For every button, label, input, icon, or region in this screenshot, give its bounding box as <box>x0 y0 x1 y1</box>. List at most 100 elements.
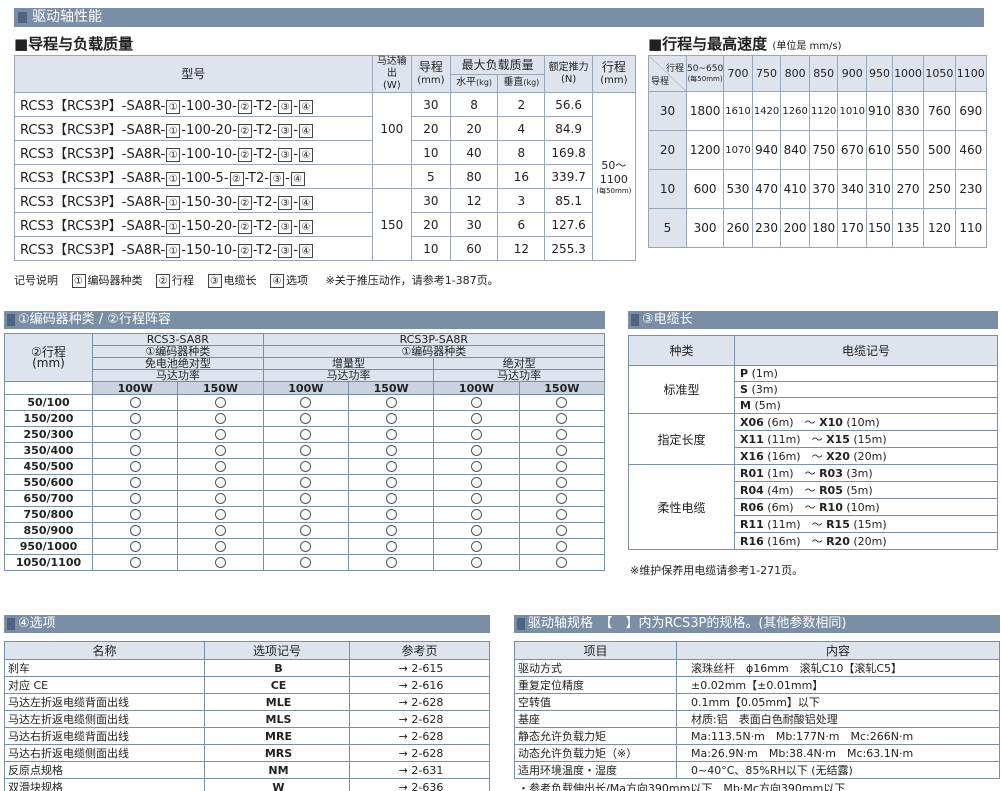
legend: 记号说明 ① 编码器种类 ② 行程 ③ 电缆长 ④ 选项 ※关于推压动作，请参考1-38… <box>14 274 499 288</box>
table-row: 30 1800 1610 1420 1260 1120 1010 910 830 760 690 <box>648 91 988 131</box>
col-head: 850 <box>808 55 839 92</box>
availability-cell <box>262 538 349 555</box>
cable-code: R11 (11m) ～ R15 (15m) <box>734 515 998 533</box>
availability-cell <box>91 394 179 411</box>
speed-cell: 110 <box>954 208 988 248</box>
availability-cell <box>433 554 520 571</box>
thrust-cell: 84.9 <box>544 116 593 141</box>
vert-cell: 8 <box>497 140 546 165</box>
speed-cell: 200 <box>780 208 810 248</box>
availability-cell <box>262 426 349 443</box>
availability-cell <box>518 442 606 459</box>
col-head: 1100 <box>954 55 988 92</box>
availability-cell <box>347 538 435 555</box>
available-circle-icon <box>129 397 141 408</box>
table-row: 750/800 <box>4 506 606 523</box>
vert-cell: 3 <box>497 188 546 213</box>
table-row: RCS3【RCS3P】-SA8R- ① -100-30- ② -T2- ③ - ④ 100 30 8… <box>14 92 637 261</box>
available-circle-icon <box>556 461 568 472</box>
table-row: 基座 材质:铝 表面白色耐酸铝处理 <box>514 710 1000 728</box>
available-circle-icon <box>214 493 226 504</box>
available-circle-icon <box>556 541 568 552</box>
stroke-box: ② <box>237 244 252 258</box>
table-row: 对应 CE CE → 2-616 <box>4 676 490 694</box>
availability-cell <box>91 474 179 491</box>
speed-cell: 120 <box>923 208 956 248</box>
availability-cell <box>177 554 264 571</box>
col-head: 1000 <box>891 55 925 92</box>
available-circle-icon <box>385 397 397 408</box>
available-circle-icon <box>385 445 397 456</box>
option-code: NM <box>204 761 350 779</box>
encoder-box: ① <box>166 148 181 162</box>
available-circle-icon <box>385 525 397 536</box>
availability-cell <box>518 394 606 411</box>
option-ref: → 2-636 <box>349 778 490 791</box>
available-circle-icon <box>129 461 141 472</box>
lead-cell: 10 <box>410 140 451 165</box>
availability-cell <box>177 490 264 507</box>
col-head: 1050 <box>923 55 956 92</box>
availability-cell <box>433 538 520 555</box>
option-name: 双滑块规格 <box>4 778 205 791</box>
model-t2: -T2- <box>252 219 278 234</box>
availability-cell <box>262 458 349 475</box>
available-circle-icon <box>470 557 482 568</box>
cable-box: ③ <box>278 196 293 210</box>
option-box: ④ <box>298 244 313 258</box>
speed-cell: 270 <box>891 169 925 209</box>
availability-cell <box>518 506 606 523</box>
speed-cell: 250 <box>923 169 956 209</box>
stroke-box: ② <box>229 172 244 186</box>
available-circle-icon <box>470 397 482 408</box>
availability-cell <box>347 394 435 411</box>
cable-code: X11 (11m) ～ X15 (15m) <box>734 430 998 448</box>
table-row: 950/1000 <box>4 538 606 555</box>
availability-cell <box>262 522 349 539</box>
model-t2: -T2- <box>252 243 278 258</box>
option-box: ④ <box>298 100 313 114</box>
table-row: 重复定位精度 ±0.02mm【±0.01mm】 <box>514 676 1000 694</box>
speed-cell: 500 <box>923 130 956 170</box>
speed-cell: 1120 <box>808 91 839 131</box>
availability-cell <box>518 474 606 491</box>
available-circle-icon <box>129 557 141 568</box>
available-circle-icon <box>470 413 482 424</box>
stroke-label: 650/700 <box>4 490 93 507</box>
speed-cell: 1260 <box>780 91 810 131</box>
availability-cell <box>262 410 349 427</box>
availability-cell <box>91 410 179 427</box>
lead-cell: 20 <box>648 130 687 170</box>
model-mid: -150-30- <box>181 195 237 210</box>
option-code: MRE <box>204 727 350 745</box>
available-circle-icon <box>129 493 141 504</box>
availability-cell <box>262 442 349 459</box>
available-circle-icon <box>214 397 226 408</box>
availability-cell <box>347 554 435 571</box>
spec-item: 动态允许负载力矩（※） <box>514 744 677 762</box>
spec-value: Ma:113.5N·m Mb:177N·m Mc:266N·m <box>676 727 1000 745</box>
available-circle-icon <box>556 445 568 456</box>
table-row: RCS3【RCS3P】-SA8R- ① -100-5- ② -T2- ③ - ④ 5 80 16 33… <box>14 164 636 189</box>
available-circle-icon <box>300 445 312 456</box>
stroke-label: 50/100 <box>4 394 93 411</box>
cable-kind: 标准型 <box>628 365 735 414</box>
availability-cell <box>518 522 606 539</box>
availability-cell <box>433 442 520 459</box>
table-row: 20 1200 1070 940 840 750 670 610 550 500 460 <box>648 130 988 170</box>
availability-cell <box>177 506 264 523</box>
cable-code: X16 (16m) ～ X20 (20m) <box>734 447 998 465</box>
model-cell: RCS3【RCS3P】-SA8R- ① -100-30- ② -T2- ③ - ④ <box>14 92 373 117</box>
speed-cell: 1610 <box>723 91 753 131</box>
option-box: ④ <box>290 172 305 186</box>
model-dash: - <box>293 147 298 162</box>
stroke-box: ② <box>237 100 252 114</box>
availability-cell <box>262 554 349 571</box>
speed-cell: 760 <box>923 91 956 131</box>
availability-cell <box>177 410 264 427</box>
horiz-cell: 80 <box>449 164 499 189</box>
col-head: 50~650 (每50mm) <box>685 55 725 92</box>
speed-cell: 230 <box>954 169 988 209</box>
stroke-cell: 50～ 1100 (每50mm) <box>591 92 637 261</box>
col-head: 950 <box>866 55 893 92</box>
